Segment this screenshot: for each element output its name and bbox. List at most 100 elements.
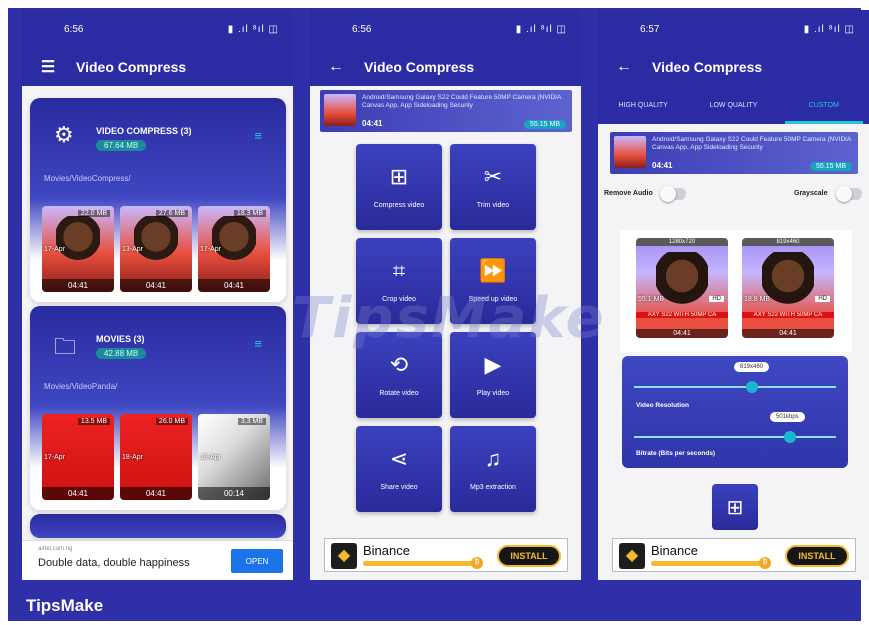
coin-icon: ₿ (471, 557, 483, 569)
scissors-icon: ✂ (483, 164, 503, 189)
hd-badge: HD (815, 296, 830, 302)
rating-bar (651, 561, 767, 566)
install-button[interactable]: INSTALL (497, 545, 561, 567)
folder-card-video-compress[interactable]: ⚙ VIDEO COMPRESS (3) 67.64 MB ≡ Movies/V… (30, 98, 286, 302)
menu-icon[interactable]: ☰ (36, 57, 60, 77)
compress-button[interactable]: ⊞ (712, 484, 758, 530)
footer-brand: TipsMake (26, 596, 104, 615)
binance-ad-banner[interactable]: ◆ Binance ₿ INSTALL (612, 538, 856, 572)
rating-bar (363, 561, 479, 566)
thumbnail-row: 22.0 MB 17-Apr 04:41 27.6 MB 13-Apr 04:41 18… (30, 198, 286, 302)
back-arrow-icon[interactable]: ← (324, 58, 348, 76)
preview-caption: AXY S22 WITH 50MP CA (742, 312, 834, 318)
folder-size-badge: 42.88 MB (96, 348, 147, 359)
folder-header: 🗀 MOVIES (3) 42.88 MB ≡ Movies/VideoPand… (30, 306, 286, 406)
video-thumbnail[interactable]: 13.5 MB 17-Apr 04:41 (42, 414, 114, 500)
video-thumbnail[interactable]: 26.0 MB 18-Apr 04:41 (120, 414, 192, 500)
folder-title: MOVIES (3) (96, 334, 145, 344)
selected-video-strip[interactable]: Android/Samsung Galaxy S22 Could Feature… (320, 90, 572, 132)
folder-menu-icon[interactable]: ≡ (254, 128, 262, 143)
before-after-preview: 1280x720 55.1 MB HD AXY S22 WITH 50MP CA… (620, 230, 852, 352)
compress-icon: ⊞ (389, 164, 409, 189)
crop-icon: ⌗ (392, 258, 406, 283)
resolution-slider-track[interactable] (634, 386, 836, 388)
music-file-icon: ♫ (484, 446, 502, 471)
tile-label: Trim video (476, 202, 510, 209)
video-thumbnail (324, 94, 356, 126)
bitrate-slider-track[interactable] (634, 436, 836, 438)
binance-logo-icon: ◆ (619, 543, 645, 569)
ad-app-name: Binance (363, 543, 410, 558)
person-image (134, 216, 178, 268)
folder-card-movies[interactable]: 🗀 MOVIES (3) 42.88 MB ≡ Movies/VideoPand… (30, 306, 286, 510)
ad-banner[interactable]: airtel.com.ng Double data, double happin… (22, 540, 293, 580)
app-bar: ← Video Compress (598, 48, 869, 86)
video-thumbnail[interactable]: 18.3 MB 17-Apr 04:41 (198, 206, 270, 292)
trim-video-button[interactable]: ✂ Trim video (450, 144, 536, 230)
folder-path: Movies/VideoCompress/ (44, 174, 131, 183)
screenshot-canvas: 6:56 ▮ .ıl ⁸ıl ◫ ☰ Video Compress ⚙ VIDE… (0, 0, 869, 625)
tab-low-quality[interactable]: LOW QUALITY (688, 86, 778, 124)
video-thumbnail[interactable]: 3.3 MB 18-Apr 00:14 (198, 414, 270, 500)
person-image (56, 216, 100, 268)
video-thumbnail (614, 136, 646, 168)
video-duration: 04:41 (652, 161, 673, 170)
bitrate-value-bubble: 501kbps (770, 412, 805, 422)
grayscale-toggle[interactable] (836, 186, 862, 202)
thumb-duration: 00:14 (198, 487, 270, 500)
tab-high-quality[interactable]: HIGH QUALITY (598, 86, 688, 124)
resolution-slider-thumb[interactable] (746, 381, 758, 393)
remove-audio-toggle[interactable] (660, 186, 686, 202)
resolution-label: Video Resolution (636, 402, 689, 409)
ad-source: airtel.com.ng (38, 546, 73, 552)
folder-menu-icon[interactable]: ≡ (254, 336, 262, 351)
phone-custom-compress-screen: 6:57 ▮ .ıl ⁸ıl ◫ ← Video Compress HIGH Q… (598, 10, 869, 580)
footer-band (8, 586, 861, 621)
app-title: Video Compress (364, 59, 475, 75)
thumb-date: 13-Apr (122, 246, 144, 253)
ad-open-button[interactable]: OPEN (231, 549, 283, 573)
video-thumbnail[interactable]: 27.6 MB 13-Apr 04:41 (120, 206, 192, 292)
back-arrow-icon[interactable]: ← (612, 58, 636, 76)
install-button[interactable]: INSTALL (785, 545, 849, 567)
bitrate-label: Bitrate (Bits per seconds) (636, 450, 716, 457)
binance-ad-banner[interactable]: ◆ Binance ₿ INSTALL (324, 538, 568, 572)
preview-duration: 04:41 (636, 329, 728, 338)
video-size-badge: 55.15 MB (524, 120, 566, 129)
video-title: Android/Samsung Galaxy S22 Could Feature… (652, 136, 851, 151)
fast-forward-icon: ⏩ (479, 258, 507, 283)
tile-label: Rotate video (379, 390, 419, 397)
thumb-date: 17-Apr (44, 454, 66, 461)
ad-text: Double data, double happiness (38, 557, 190, 569)
thumb-size: 13.5 MB (77, 418, 110, 425)
tile-label: Share video (380, 484, 418, 491)
quality-tabs: HIGH QUALITY LOW QUALITY CUSTOM (598, 86, 869, 124)
thumb-duration: 04:41 (120, 487, 192, 500)
preview-size: 55.1 MB (638, 296, 665, 303)
compress-video-button[interactable]: ⊞ Compress video (356, 144, 442, 230)
selected-video-strip[interactable]: Android/Samsung Galaxy S22 Could Feature… (610, 132, 858, 174)
thumb-duration: 04:41 (198, 279, 270, 292)
watermark-text: TipsMake (292, 286, 606, 351)
status-icons: ▮ .ıl ⁸ıl ◫ (515, 23, 567, 35)
resolution-value-bubble: 819x460 (734, 362, 770, 372)
preview-duration: 04:41 (742, 329, 834, 338)
share-video-button[interactable]: ⋖ Share video (356, 426, 442, 512)
tab-custom[interactable]: CUSTOM (779, 86, 869, 124)
hd-badge: HD (709, 296, 724, 302)
folder-header: ⚙ VIDEO COMPRESS (3) 67.64 MB ≡ Movies/V… (30, 98, 286, 198)
folder-icon: 🗀 (54, 334, 77, 359)
app-bar: ← Video Compress (310, 48, 581, 86)
folder-title: VIDEO COMPRESS (3) (96, 126, 192, 136)
thumb-size: 27.6 MB (155, 210, 188, 217)
mp3-extraction-button[interactable]: ♫ Mp3 extraction (450, 426, 536, 512)
share-icon: ⋖ (389, 446, 409, 471)
folder-card-partial[interactable] (30, 514, 286, 538)
thumb-date: 17-Apr (200, 246, 222, 253)
thumb-date: 17-Apr (44, 246, 66, 253)
video-title: Android/Samsung Galaxy S22 Could Feature… (362, 94, 561, 109)
video-thumbnail[interactable]: 22.0 MB 17-Apr 04:41 (42, 206, 114, 292)
person-image (762, 252, 814, 312)
thumb-date: 18-Apr (200, 454, 222, 461)
bitrate-slider-thumb[interactable] (784, 431, 796, 443)
